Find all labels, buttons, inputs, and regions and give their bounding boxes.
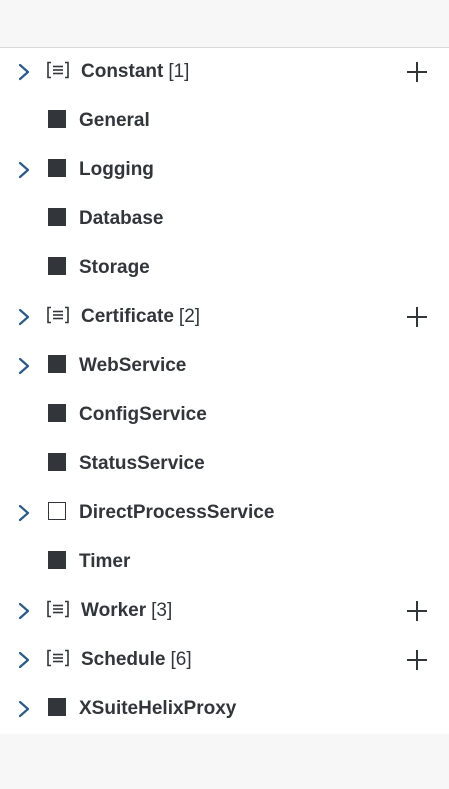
tree-item-certificate[interactable]: Certificate [2] (0, 292, 449, 341)
tree-list: Constant [1] General Logging Database Storage… (0, 47, 449, 733)
tree-item-label: ConfigService (79, 403, 207, 425)
tree-item-xsuitehelixproxy[interactable]: XSuiteHelixProxy (0, 684, 449, 733)
tree-item-directprocessservice[interactable]: DirectProcessService (0, 488, 449, 537)
filled-square-icon (48, 256, 66, 275)
plus-icon[interactable] (407, 600, 427, 621)
tree-item-name: General (79, 109, 150, 131)
filled-square-icon (48, 697, 66, 716)
tree-item-storage[interactable]: Storage (0, 243, 449, 292)
tree-item-name: Timer (79, 550, 131, 572)
tree-item-label: XSuiteHelixProxy (79, 697, 237, 719)
tree-item-label: Schedule [6] (81, 648, 192, 670)
list-icon (47, 306, 69, 323)
chevron-right-icon[interactable] (15, 161, 33, 179)
tree-item-database[interactable]: Database (0, 194, 449, 243)
tree-item-label: Timer (79, 550, 131, 572)
plus-icon[interactable] (407, 306, 427, 327)
tree-item-count: [6] (170, 648, 192, 670)
tree-item-label: Worker [3] (81, 599, 173, 621)
plus-icon[interactable] (407, 649, 427, 670)
filled-square-icon (48, 109, 66, 128)
tree-item-name: Worker (81, 599, 147, 621)
chevron-right-icon[interactable] (15, 504, 33, 522)
tree-item-name: WebService (79, 354, 187, 376)
tree-item-name: Database (79, 207, 164, 229)
tree-item-label: StatusService (79, 452, 205, 474)
tree-item-name: Storage (79, 256, 150, 278)
tree-item-statusservice[interactable]: StatusService (0, 439, 449, 488)
filled-square-icon (48, 207, 66, 226)
chevron-right-icon[interactable] (15, 308, 33, 326)
list-icon (47, 649, 69, 666)
tree-item-label: WebService (79, 354, 187, 376)
tree-item-name: ConfigService (79, 403, 207, 425)
list-icon (47, 600, 69, 617)
tree-item-name: StatusService (79, 452, 205, 474)
list-icon (47, 61, 69, 78)
footer-area (0, 734, 449, 789)
tree-item-timer[interactable]: Timer (0, 537, 449, 586)
tree-item-name: XSuiteHelixProxy (79, 697, 237, 719)
tree-item-constant[interactable]: Constant [1] (0, 47, 449, 96)
tree-item-name: Certificate (81, 305, 174, 327)
tree-item-name: Logging (79, 158, 154, 180)
header-bar (0, 0, 449, 48)
filled-square-icon (48, 354, 66, 373)
tree-item-configservice[interactable]: ConfigService (0, 390, 449, 439)
tree-item-logging[interactable]: Logging (0, 145, 449, 194)
tree-item-count: [3] (151, 599, 173, 621)
filled-square-icon (48, 550, 66, 569)
filled-square-icon (48, 403, 66, 422)
plus-icon[interactable] (407, 61, 427, 82)
chevron-right-icon[interactable] (15, 357, 33, 375)
tree-item-label: Constant [1] (81, 60, 190, 82)
chevron-right-icon[interactable] (15, 63, 33, 81)
tree-panel: Constant [1] General Logging Database Storage… (0, 0, 449, 734)
tree-item-label: Storage (79, 256, 150, 278)
empty-square-icon (48, 501, 66, 520)
tree-item-label: Certificate [2] (81, 305, 201, 327)
tree-item-name: DirectProcessService (79, 501, 275, 523)
tree-item-webservice[interactable]: WebService (0, 341, 449, 390)
tree-item-schedule[interactable]: Schedule [6] (0, 635, 449, 684)
tree-item-general[interactable]: General (0, 96, 449, 145)
tree-item-name: Constant (81, 60, 164, 82)
tree-item-label: Logging (79, 158, 154, 180)
tree-item-label: Database (79, 207, 164, 229)
chevron-right-icon[interactable] (15, 602, 33, 620)
tree-item-label: DirectProcessService (79, 501, 275, 523)
filled-square-icon (48, 158, 66, 177)
tree-item-name: Schedule (81, 648, 166, 670)
tree-item-count: [1] (168, 60, 190, 82)
chevron-right-icon[interactable] (15, 651, 33, 669)
tree-item-count: [2] (178, 305, 201, 327)
tree-item-label: General (79, 109, 150, 131)
chevron-right-icon[interactable] (15, 700, 33, 718)
tree-item-worker[interactable]: Worker [3] (0, 586, 449, 635)
filled-square-icon (48, 452, 66, 471)
